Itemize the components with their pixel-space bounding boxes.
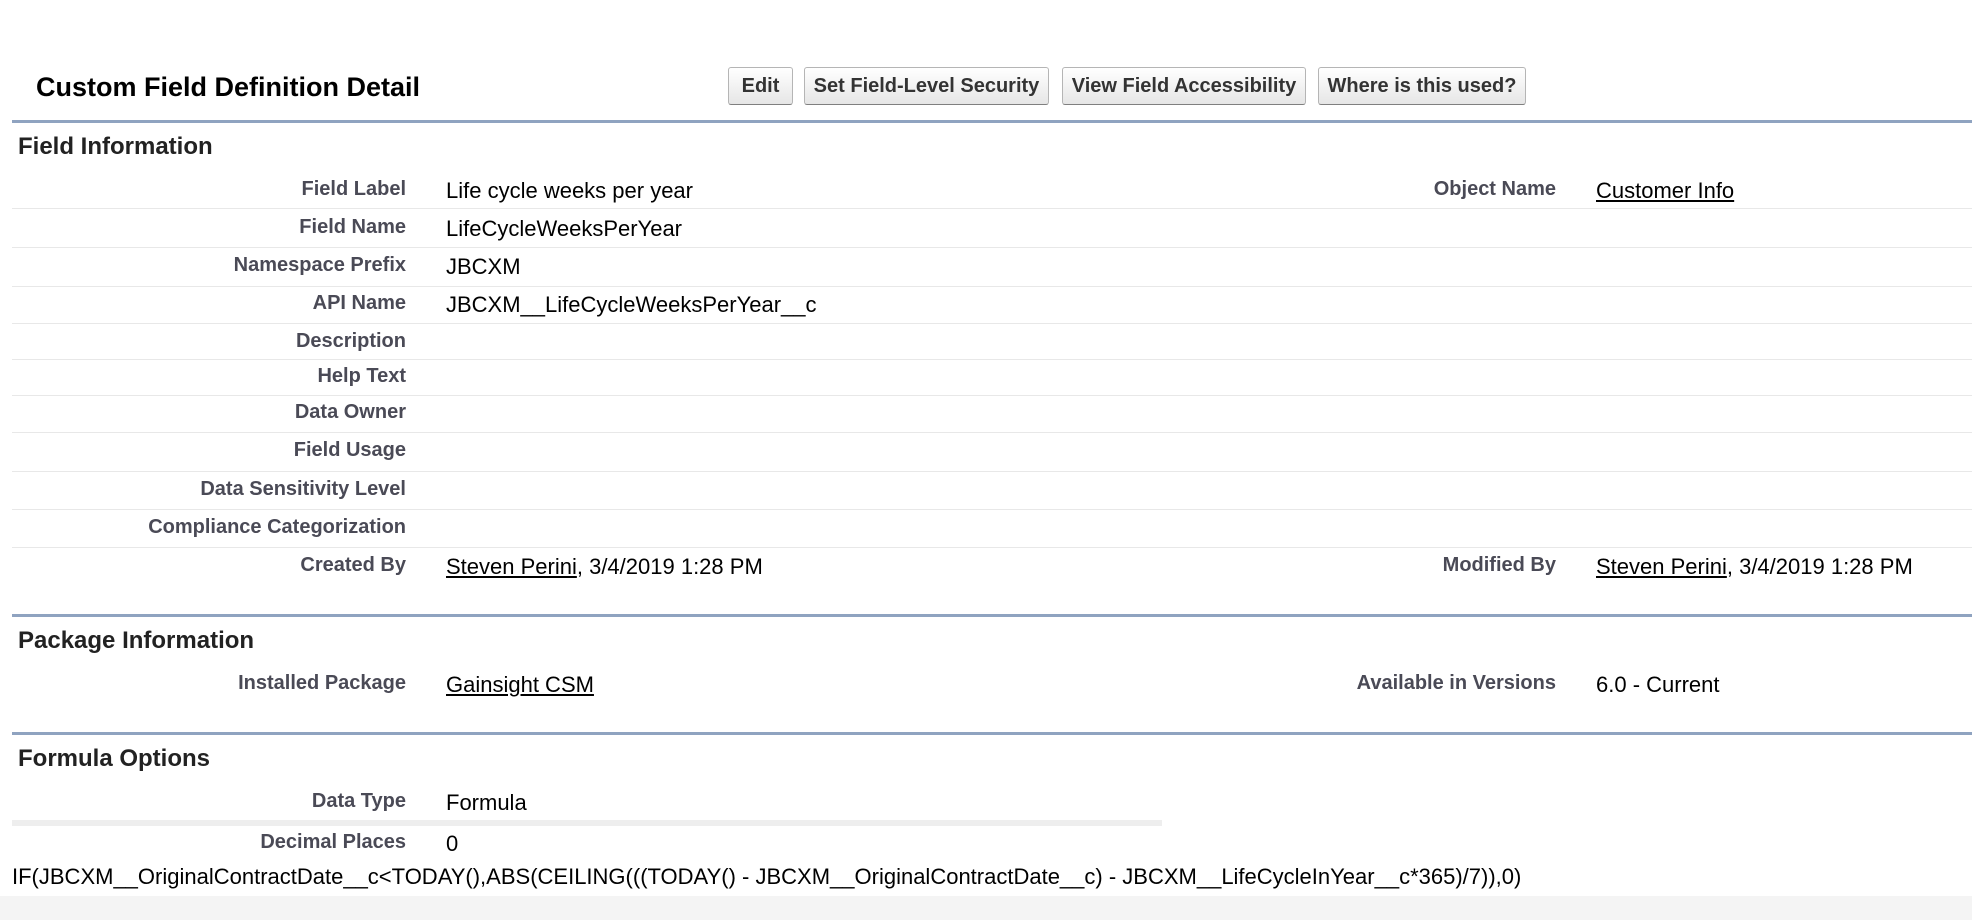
formula-text: IF(JBCXM__OriginalContractDate__c<TODAY(… xyxy=(12,864,1522,889)
field-label-label: Field Label xyxy=(301,178,406,200)
installed-package-link[interactable]: Gainsight CSM xyxy=(446,672,594,697)
page-title: Custom Field Definition Detail xyxy=(36,72,421,102)
compliance-categorization-label: Compliance Categorization xyxy=(148,516,406,538)
package-information-heading: Package Information xyxy=(18,627,255,654)
installed-package-label: Installed Package xyxy=(238,672,406,694)
available-versions-value: 6.0 - Current xyxy=(1596,672,1720,697)
namespace-prefix-row: Namespace Prefix JBCXM xyxy=(12,248,1972,287)
modified-by-value: Steven Perini, 3/4/2019 1:28 PM xyxy=(1596,554,1913,580)
data-type-label: Data Type xyxy=(311,790,406,812)
api-name-value: JBCXM__LifeCycleWeeksPerYear__c xyxy=(446,292,817,317)
field-name-row: Field Name LifeCycleWeeksPerYear xyxy=(12,209,1972,248)
bottom-strip xyxy=(0,896,1972,920)
created-by-value: Steven Perini, 3/4/2019 1:28 PM xyxy=(446,554,763,580)
set-field-level-security-button[interactable]: Set Field-Level Security xyxy=(804,67,1049,105)
data-type-row: Data Type Formula xyxy=(12,784,1972,822)
help-text-label: Help Text xyxy=(317,365,406,387)
created-by-date: , 3/4/2019 1:28 PM xyxy=(576,554,763,579)
field-label-value: Life cycle weeks per year xyxy=(446,178,693,203)
view-field-accessibility-button[interactable]: View Field Accessibility xyxy=(1062,67,1306,105)
object-name-label: Object Name xyxy=(1433,178,1556,200)
installed-package-row: Installed Package Gainsight CSM Availabl… xyxy=(12,666,1972,706)
edit-button[interactable]: Edit xyxy=(728,67,793,105)
field-information-heading: Field Information xyxy=(18,133,213,160)
description-row: Description xyxy=(12,324,1972,360)
data-owner-row: Data Owner xyxy=(12,396,1972,433)
modified-by-date: , 3/4/2019 1:28 PM xyxy=(1726,554,1913,579)
available-versions-label: Available in Versions xyxy=(1356,672,1556,694)
api-name-row: API Name JBCXM__LifeCycleWeeksPerYear__c xyxy=(12,287,1972,324)
where-is-this-used-button[interactable]: Where is this used? xyxy=(1318,67,1526,105)
created-modified-row: Created By Steven Perini, 3/4/2019 1:28 … xyxy=(12,548,1972,588)
data-sensitivity-row: Data Sensitivity Level xyxy=(12,472,1972,510)
created-by-label: Created By xyxy=(300,554,406,576)
compliance-categorization-row: Compliance Categorization xyxy=(12,510,1972,548)
description-label: Description xyxy=(295,330,406,352)
data-sensitivity-level-label: Data Sensitivity Level xyxy=(200,478,406,500)
modified-by-user-link[interactable]: Steven Perini xyxy=(1596,554,1727,579)
namespace-prefix-label: Namespace Prefix xyxy=(233,254,406,276)
decimal-places-row: Decimal Places 0 xyxy=(12,826,1972,862)
field-usage-row: Field Usage xyxy=(12,433,1972,472)
data-type-value: Formula xyxy=(446,790,527,815)
field-usage-label: Field Usage xyxy=(293,439,406,461)
field-label-row: Field Label Life cycle weeks per year Ob… xyxy=(12,170,1972,209)
decimal-places-label: Decimal Places xyxy=(260,831,406,853)
help-text-row: Help Text xyxy=(12,360,1972,396)
field-name-value: LifeCycleWeeksPerYear xyxy=(446,216,683,241)
decimal-places-value: 0 xyxy=(446,831,459,856)
data-owner-label: Data Owner xyxy=(294,401,406,423)
modified-by-label: Modified By xyxy=(1442,554,1556,576)
created-by-user-link[interactable]: Steven Perini xyxy=(446,554,577,579)
page-header: Custom Field Definition Detail Edit Set … xyxy=(0,0,1972,118)
field-name-label: Field Name xyxy=(299,216,406,238)
formula-options-heading: Formula Options xyxy=(18,745,210,772)
object-name-link[interactable]: Customer Info xyxy=(1596,178,1734,203)
api-name-label: API Name xyxy=(312,292,406,314)
namespace-prefix-value: JBCXM xyxy=(446,254,521,279)
